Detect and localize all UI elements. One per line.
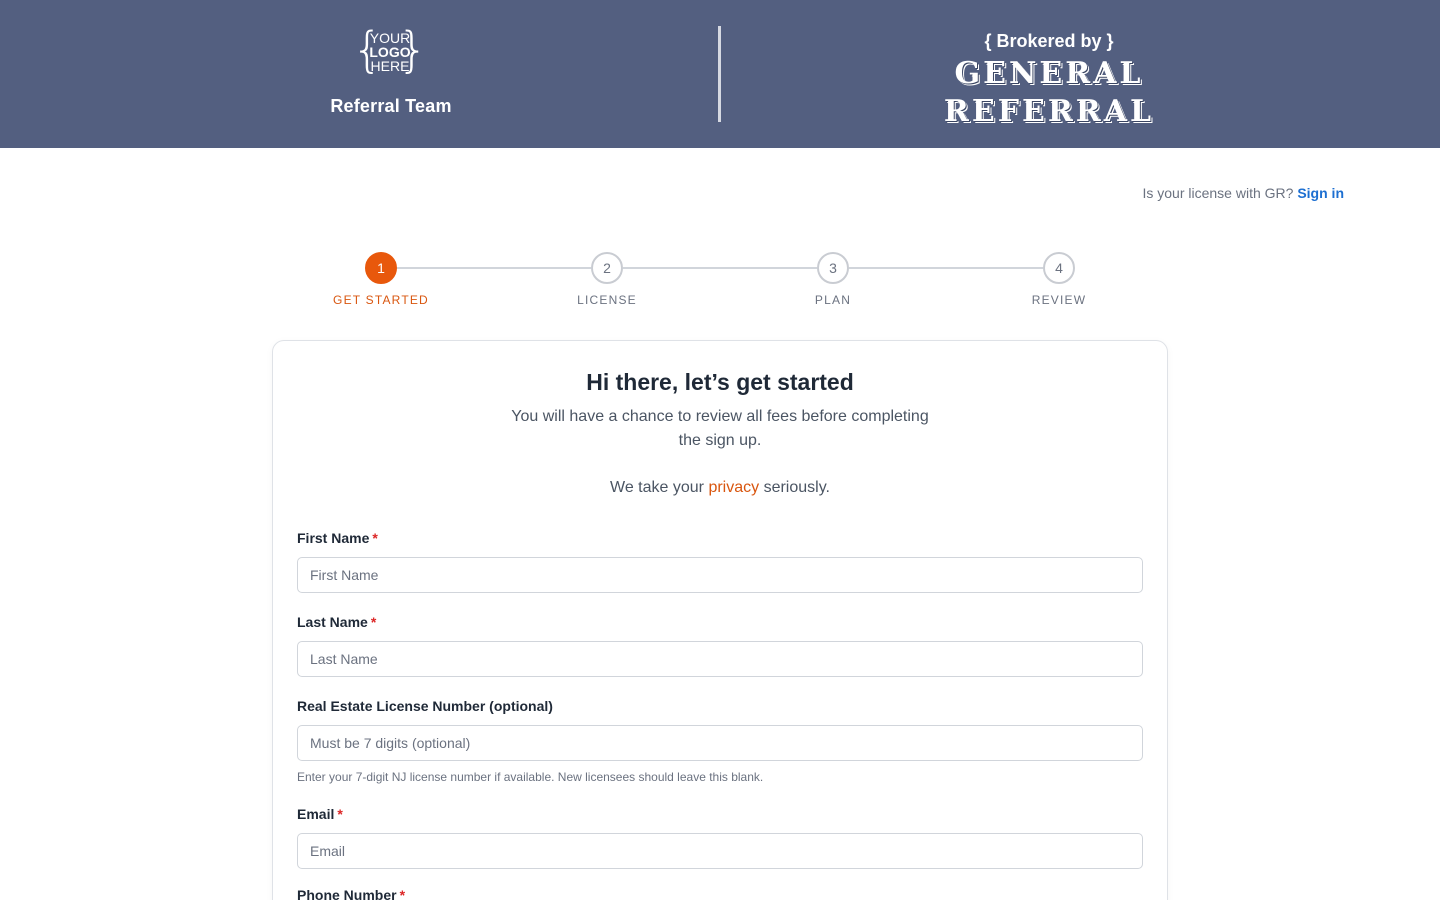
team-name: Referral Team [330,96,452,116]
step-review: 4 REVIEW [999,252,1119,307]
first-name-input[interactable] [297,557,1143,593]
privacy-suffix: seriously. [763,479,830,496]
card-subtitle: You will have a chance to review all fee… [511,408,929,449]
email-label-text: Email [297,806,335,822]
header-divider [718,26,721,122]
team-logo: { YOUR LOGO HERE } [352,22,428,82]
step-label: PLAN [814,293,852,307]
license-help-text: Enter your 7-digit NJ license number if … [297,770,764,784]
header-banner: { YOUR LOGO HERE } Referral Team { Broke… [0,0,1440,148]
first-name-label-text: First Name [297,530,370,546]
required-marker: * [372,530,378,546]
brand-logo-line-1: GENERAL [954,56,1144,91]
signup-card: Hi there, let’s get started You will hav… [272,340,1168,900]
step-label: LICENSE [577,293,637,307]
step-number: 4 [1043,252,1075,284]
signin-prompt-row: Is your license with GR? Sign in [1142,185,1344,201]
brokered-by-label: { Brokered by } [984,31,1114,51]
step-number: 3 [817,252,849,284]
phone-number-label: Phone Number * [297,887,405,900]
required-marker: * [370,614,377,630]
step-get-started: 1 GET STARTED [321,252,441,307]
last-name-label: Last Name * [297,614,376,630]
last-name-label-text: Last Name [297,614,368,630]
step-number: 2 [591,252,623,284]
step-plan: 3 PLAN [773,252,893,307]
email-input[interactable] [297,833,1143,869]
required-marker: * [399,887,406,900]
license-number-label: Real Estate License Number (optional) [297,698,553,714]
step-license: 2 LICENSE [547,252,667,307]
logo-right-brace: } [397,22,428,78]
license-number-input[interactable] [297,725,1143,761]
phone-label-text: Phone Number [297,887,397,900]
last-name-input[interactable] [297,641,1143,677]
step-label: GET STARTED [333,293,429,307]
privacy-link[interactable]: privacy [708,479,759,496]
step-label: REVIEW [1031,293,1087,307]
step-number: 1 [365,252,397,284]
first-name-label: First Name * [297,530,378,546]
signin-prompt: Is your license with GR? [1142,185,1294,201]
card-title: Hi there, let’s get started [586,369,854,395]
email-label: Email * [297,806,343,822]
required-marker: * [337,806,343,822]
privacy-prefix: We take your [610,479,704,496]
privacy-note: We take your privacy seriously. [273,479,1167,497]
brand-logo-line-2: REFERRAL [943,94,1155,129]
signin-link[interactable]: Sign in [1297,185,1344,201]
